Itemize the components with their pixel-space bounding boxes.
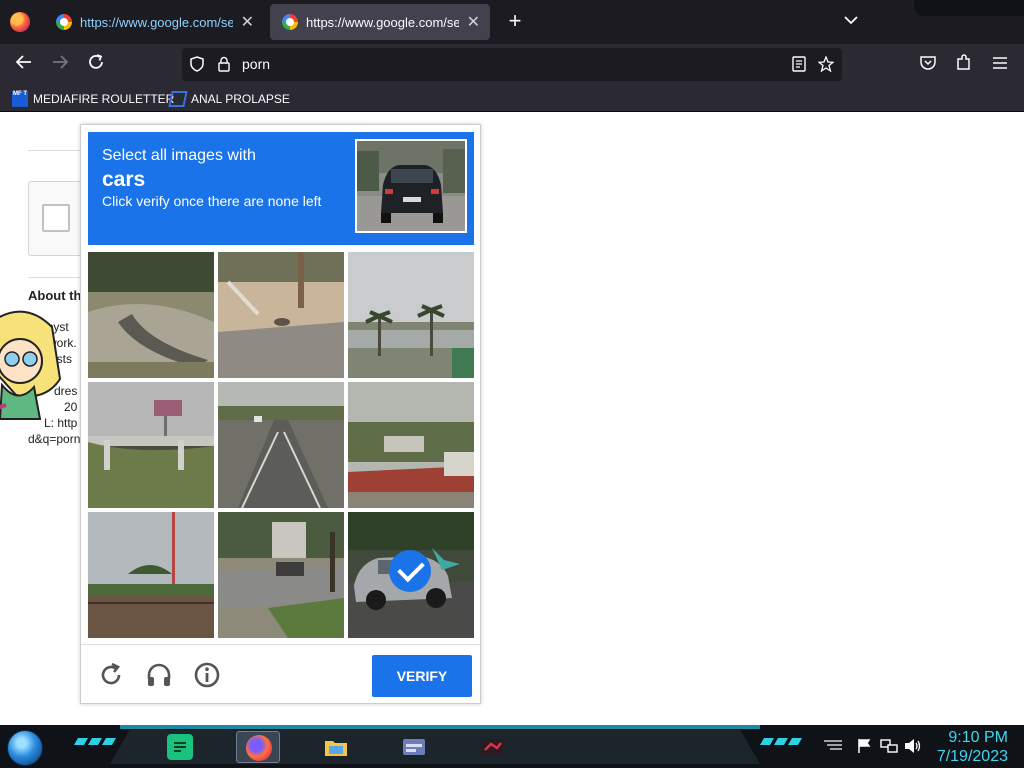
system-clock[interactable]: 9:10 PM 7/19/2023 xyxy=(937,728,1008,766)
sigma-icon xyxy=(168,91,188,107)
new-tab-button[interactable]: + xyxy=(503,9,527,35)
recaptcha-checkbox[interactable] xyxy=(42,204,70,232)
reload-challenge-icon[interactable] xyxy=(97,661,125,689)
forward-arrow-icon[interactable] xyxy=(48,53,72,77)
desktop-screen: https://www.google.com/search?q=porn ✕ h… xyxy=(0,0,1024,768)
bookmark-star-icon[interactable] xyxy=(817,55,835,75)
start-orb-icon[interactable] xyxy=(7,730,43,766)
tab-title: https://www.google.com/search?q=porn xyxy=(80,14,233,30)
captcha-tile[interactable] xyxy=(218,512,344,638)
captcha-tile[interactable] xyxy=(218,252,344,378)
image-grid xyxy=(88,252,474,638)
address-bar[interactable]: porn xyxy=(182,48,842,81)
list-tabs-chevron-icon[interactable] xyxy=(844,12,858,28)
window-controls[interactable] xyxy=(914,0,1024,16)
page-line: d&q=porn xyxy=(28,432,81,446)
bookmark-label: ANAL PROLAPSE xyxy=(191,92,290,106)
network-icon[interactable] xyxy=(880,738,898,757)
selected-check-icon xyxy=(389,550,431,592)
show-desktop-lines-icon[interactable] xyxy=(822,738,844,755)
info-icon[interactable] xyxy=(193,661,221,689)
captcha-tile[interactable] xyxy=(348,252,474,378)
captcha-tile[interactable] xyxy=(218,382,344,508)
page-line: 20 xyxy=(64,400,78,414)
sample-car-image xyxy=(355,139,467,233)
notes-app-icon[interactable] xyxy=(158,731,202,763)
pocket-icon[interactable] xyxy=(916,53,940,77)
divider xyxy=(28,150,88,151)
browser-tab-bar: https://www.google.com/search?q=porn ✕ h… xyxy=(0,0,1024,44)
tab-google-search-2[interactable]: https://www.google.com/search?q=porn ✕ xyxy=(270,4,490,40)
cartoon-sticker-image xyxy=(0,310,62,420)
tab-google-search-1[interactable]: https://www.google.com/search?q=porn ✕ xyxy=(44,4,264,40)
captcha-tile-selected[interactable] xyxy=(348,512,474,638)
browser-nav-bar: porn xyxy=(0,44,1024,85)
bookmarks-toolbar: MF T MEDIAFIRE ROULETTER ANAL PROLAPSE xyxy=(0,85,1024,112)
google-icon xyxy=(56,14,72,30)
taskbar-accent-stripe xyxy=(120,725,760,729)
clock-time: 9:10 PM xyxy=(948,729,1008,746)
headphones-icon[interactable] xyxy=(145,661,173,689)
bookmark-second[interactable]: ANAL PROLAPSE xyxy=(168,90,290,108)
close-tab-icon[interactable]: ✕ xyxy=(241,12,254,32)
back-arrow-icon[interactable] xyxy=(12,53,36,77)
recaptcha-anchor-box xyxy=(28,181,88,256)
tab-title: https://www.google.com/search?q=porn xyxy=(306,14,459,30)
divider xyxy=(28,277,88,278)
menu-hamburger-icon[interactable] xyxy=(988,53,1012,77)
extensions-icon[interactable] xyxy=(952,53,976,77)
bookmark-label: MEDIAFIRE ROULETTER xyxy=(33,92,175,106)
target-object-text: cars xyxy=(102,168,146,191)
instruction-text: Select all images with xyxy=(102,147,256,164)
reload-icon[interactable] xyxy=(84,53,108,77)
reader-view-icon[interactable] xyxy=(792,56,806,75)
taskbar-dots-left xyxy=(73,738,117,745)
media-app-icon[interactable] xyxy=(470,731,514,763)
captcha-tile[interactable] xyxy=(88,512,214,638)
bookmark-mediafire[interactable]: MF T MEDIAFIRE ROULETTER xyxy=(12,90,174,108)
clock-date: 7/19/2023 xyxy=(936,748,1008,765)
action-center-flag-icon[interactable] xyxy=(856,738,872,757)
verify-button[interactable]: VERIFY xyxy=(372,655,472,697)
captcha-tile[interactable] xyxy=(88,252,214,378)
challenge-header: Select all images with cars Click verify… xyxy=(88,132,474,245)
captcha-tile[interactable] xyxy=(88,382,214,508)
firefox-taskbar-icon[interactable] xyxy=(236,731,280,763)
url-text[interactable]: porn xyxy=(242,56,270,72)
mediafire-icon: MF T xyxy=(12,91,28,107)
window-app-icon[interactable] xyxy=(392,731,436,763)
instruction-subtext: Click verify once there are none left xyxy=(102,193,322,209)
taskbar: 9:10 PM 7/19/2023 xyxy=(0,725,1024,768)
about-heading: About th xyxy=(28,288,82,303)
google-icon xyxy=(282,14,298,30)
close-tab-icon[interactable]: ✕ xyxy=(467,12,480,32)
lock-icon[interactable] xyxy=(218,56,230,75)
volume-icon[interactable] xyxy=(904,738,922,757)
captcha-tile[interactable] xyxy=(348,382,474,508)
recaptcha-challenge: Select all images with cars Click verify… xyxy=(80,124,481,704)
taskbar-dots-right xyxy=(759,738,803,745)
firefox-icon[interactable] xyxy=(10,12,30,32)
shield-icon[interactable] xyxy=(190,56,204,75)
file-explorer-icon[interactable] xyxy=(314,731,358,763)
challenge-footer: VERIFY xyxy=(81,644,480,704)
